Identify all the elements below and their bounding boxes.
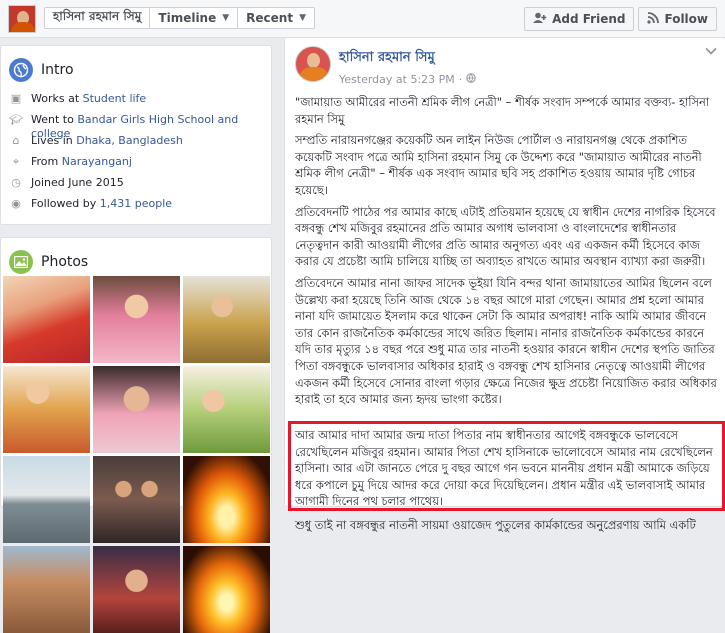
chevron-down-icon: ▼ (222, 13, 230, 23)
globe-icon (466, 73, 476, 86)
post-author-name[interactable]: হাসিনা রহমান সিমু (339, 48, 476, 69)
follow-button[interactable]: Follow (638, 7, 717, 31)
photos-icon (9, 250, 33, 274)
photo-thumbnail[interactable] (93, 366, 180, 453)
clock-icon: ◷ (11, 176, 21, 189)
chevron-down-icon: ▼ (299, 13, 307, 23)
tab-recent[interactable]: Recent ▼ (238, 8, 314, 28)
photos-card: Photos (0, 237, 272, 633)
followers-link[interactable]: 1,431 people (100, 197, 172, 210)
profile-avatar-thumbnail[interactable] (8, 5, 36, 33)
intro-item-followers: ◉ Followed by 1,431 people (9, 197, 263, 218)
photo-thumbnail[interactable] (93, 276, 180, 363)
intro-card: Intro ▣ Works at Student life 🎓︎ Went to… (0, 45, 272, 225)
profile-nav: হাসিনা রহমান সিমু Timeline ▼ Recent ▼ (44, 7, 316, 29)
photo-thumbnail[interactable] (183, 546, 270, 633)
work-link[interactable]: Student life (83, 92, 147, 105)
timeline-post: হাসিনা রহমান সিমু Yesterday at 5:23 PM ·… (284, 37, 725, 532)
intro-item-education: 🎓︎ Went to Bandar Girls High School and … (9, 113, 239, 140)
photo-thumbnail[interactable] (3, 546, 90, 633)
post-author-avatar[interactable] (295, 46, 331, 82)
photo-thumbnail[interactable] (183, 366, 270, 453)
tab-timeline[interactable]: Timeline ▼ (150, 8, 239, 28)
briefcase-icon: ▣ (10, 92, 22, 105)
photo-thumbnail[interactable] (183, 276, 270, 363)
city-link[interactable]: Dhaka, Bangladesh (76, 134, 183, 147)
profile-topbar: হাসিনা রহমান সিমু Timeline ▼ Recent ▼ Add … (0, 0, 725, 38)
post-options-icon[interactable] (705, 44, 717, 58)
intro-item-from: ⌖ From Narayanganj (9, 155, 263, 176)
location-icon: ⌖ (12, 155, 20, 168)
globe-icon (9, 58, 33, 82)
rss-icon: ◉ (11, 197, 21, 210)
add-friend-icon (533, 12, 547, 27)
rss-icon (647, 11, 660, 27)
add-friend-button[interactable]: Add Friend (524, 7, 635, 31)
photo-thumbnail[interactable] (3, 366, 90, 453)
post-paragraph: সম্প্রতি নারায়নগঞ্জের কয়েকটি অন লাইন ন… (295, 133, 702, 197)
post-paragraph: "জামায়াত আমীরের নাতনী শ্রমিক লীগ নেত্রী… (295, 95, 710, 126)
post-timestamp[interactable]: Yesterday at 5:23 PM (339, 73, 455, 86)
intro-item-work: ▣ Works at Student life (10, 92, 147, 105)
photo-thumbnail[interactable] (3, 276, 90, 363)
photo-thumbnail[interactable] (93, 546, 180, 633)
graduation-icon: 🎓︎ (9, 113, 23, 126)
home-icon: ⌂ (12, 134, 20, 147)
intro-item-joined: ◷ Joined June 2015 (9, 176, 263, 197)
post-paragraph: শুধু তাই না বঙ্গবন্ধুর নাতনী সায়মা ওয়া… (295, 518, 696, 532)
photos-title: Photos (41, 254, 89, 270)
profile-name-link[interactable]: হাসিনা রহমান সিমু (45, 8, 151, 28)
post-paragraph: প্রতিবেদনটি পাঠের পর আমার কাছে এটাই প্রত… (295, 204, 716, 269)
highlighted-paragraph: আর আমার দাদা আমার জন্ম দাতা পিতার নাম স্… (295, 428, 713, 509)
post-text: "জামায়াত আমীরের নাতনী শ্রমিক লীগ নেত্রী… (295, 94, 720, 413)
post-paragraph: প্রতিবেদনে আমার নানা জাফর সাদেক ভূইয়া য… (295, 275, 717, 407)
hometown-link[interactable]: Narayanganj (62, 155, 132, 168)
intro-title: Intro (41, 62, 74, 78)
photo-grid (3, 276, 271, 633)
